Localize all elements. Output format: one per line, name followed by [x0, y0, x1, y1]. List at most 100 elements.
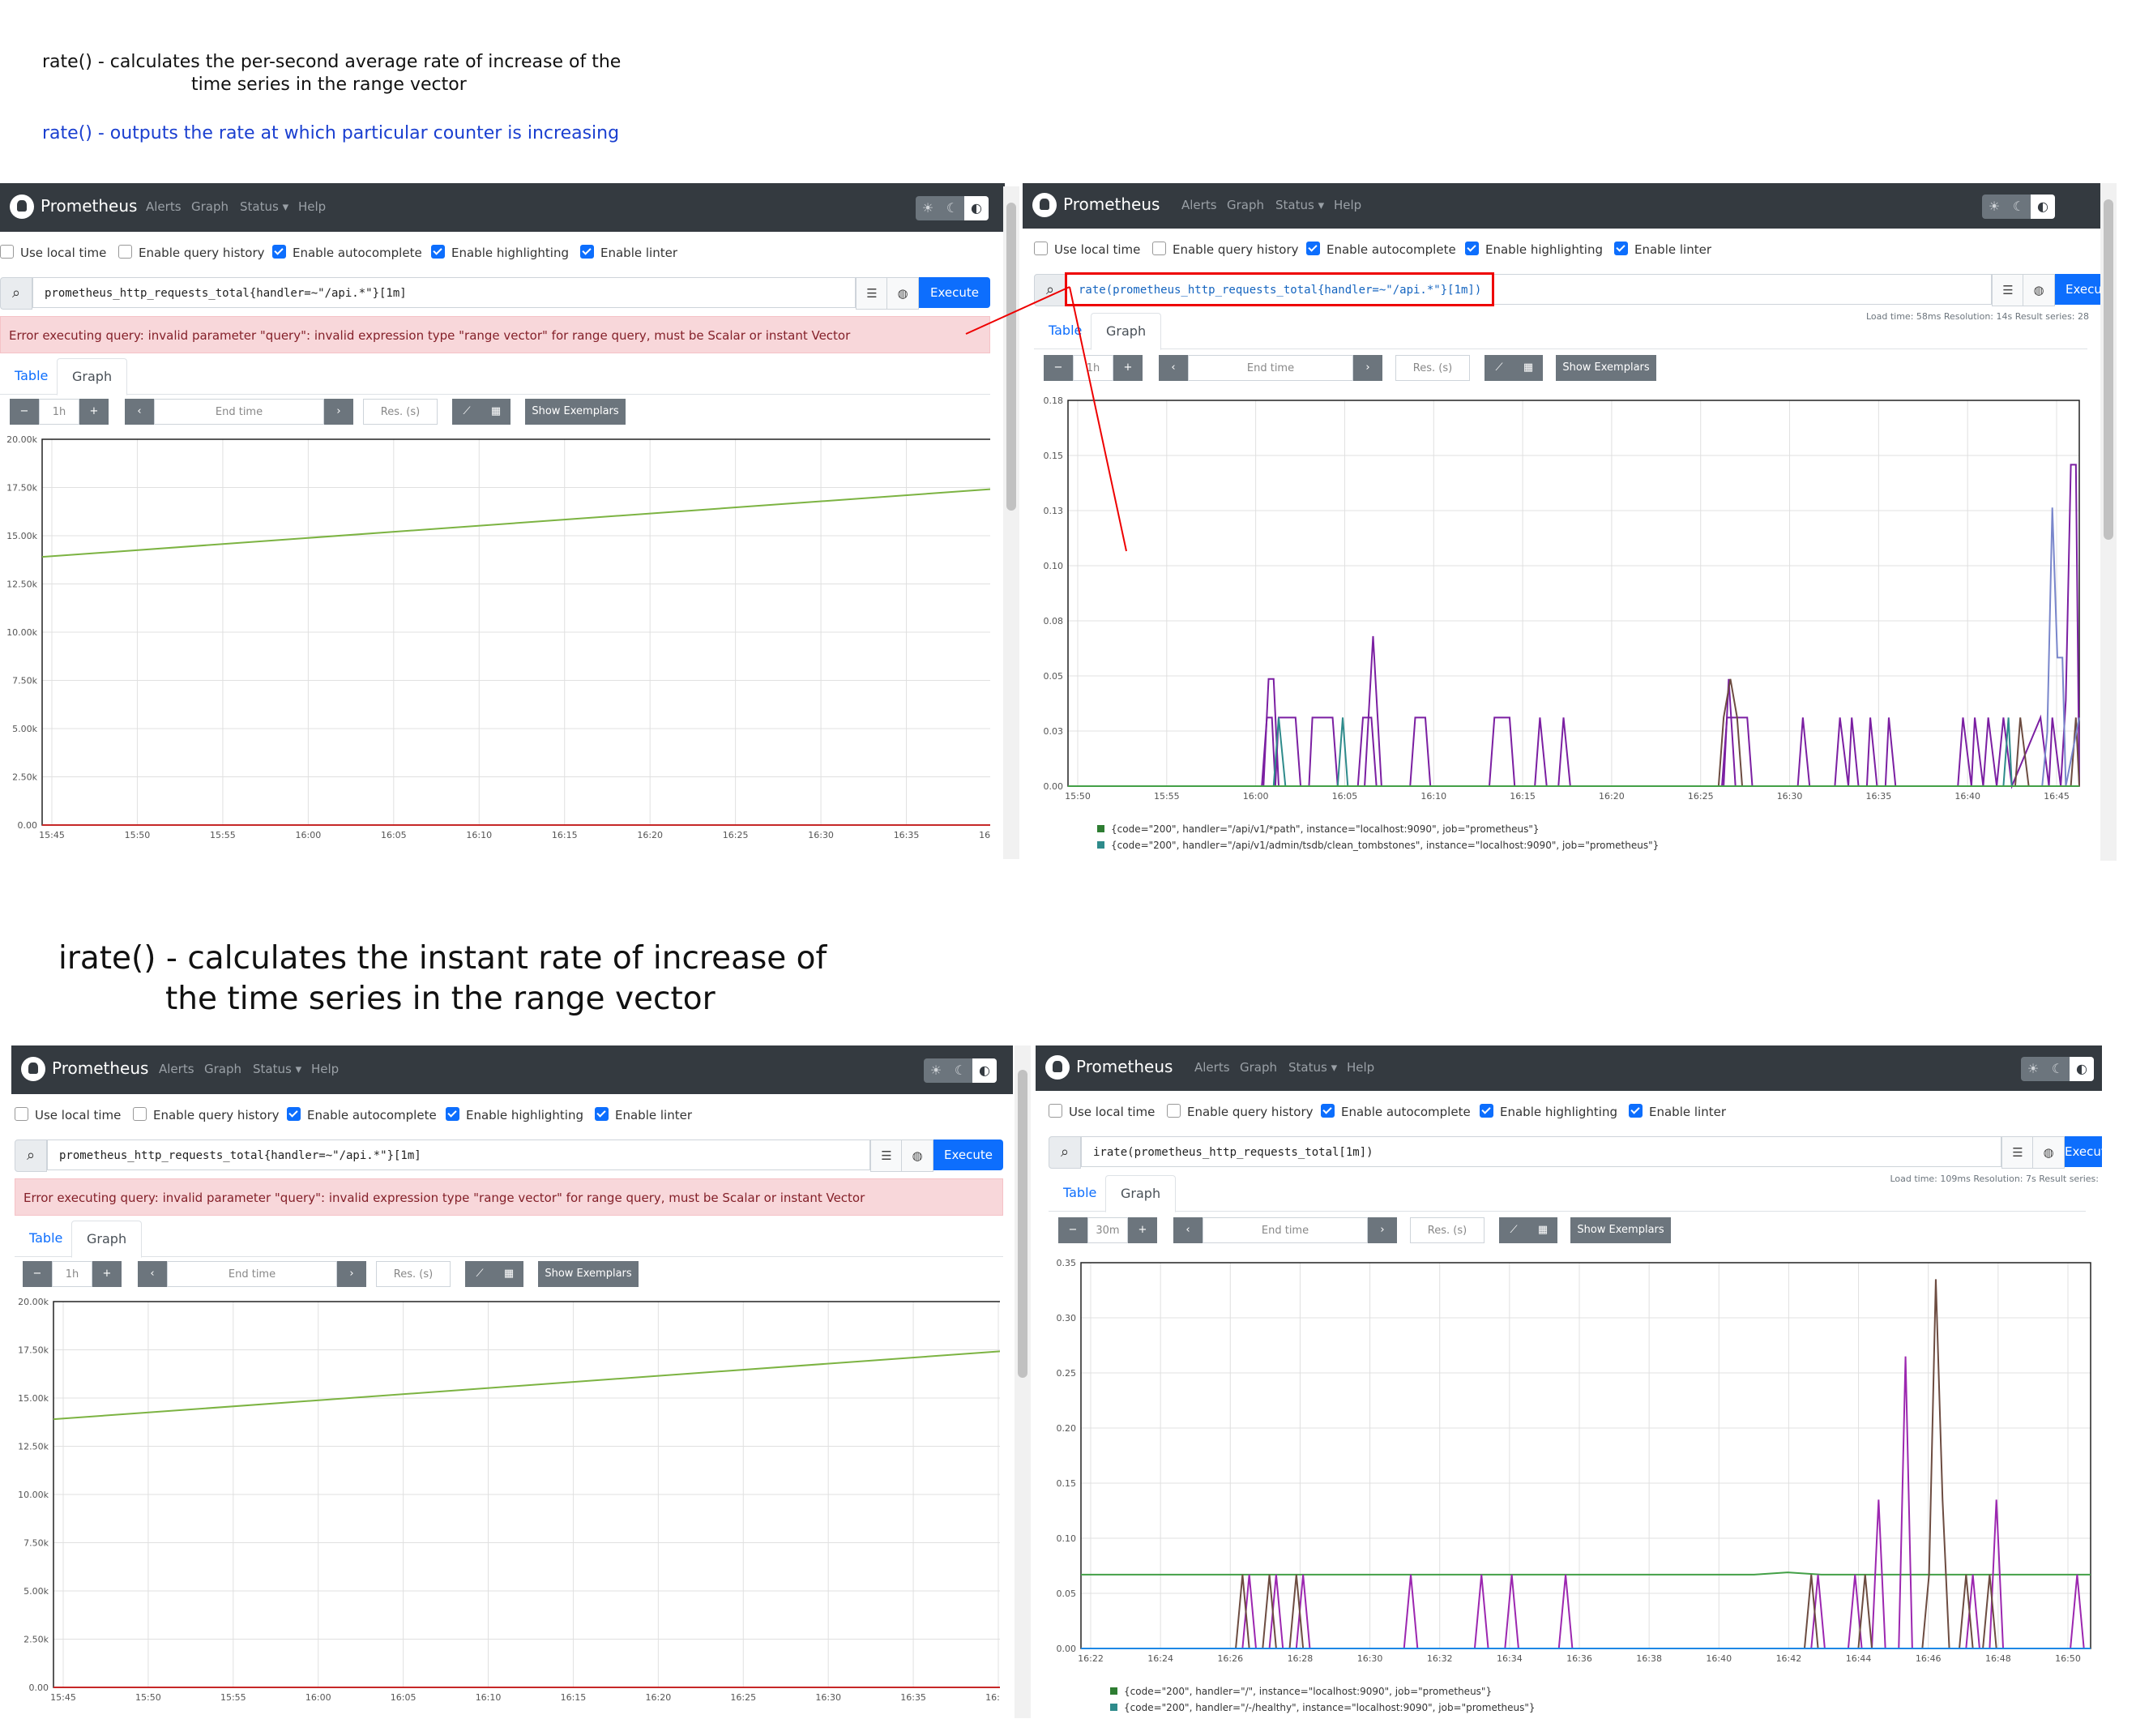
query-input[interactable]: irate(prometheus_http_requests_total[1m]… — [1081, 1136, 2001, 1167]
globe-icon[interactable]: ◍ — [901, 1140, 933, 1172]
range-input[interactable]: 1h — [52, 1261, 92, 1287]
end-time-next-button[interactable]: › — [324, 399, 353, 425]
opt-highlighting[interactable]: Enable highlighting — [1465, 242, 1603, 257]
end-time-prev-button[interactable]: ‹ — [1173, 1217, 1203, 1243]
range-increase-button[interactable]: + — [79, 399, 109, 425]
checkbox-icon[interactable] — [1629, 1104, 1643, 1118]
sun-icon[interactable]: ☀ — [1982, 195, 2006, 219]
opt-highlighting[interactable]: Enable highlighting — [431, 245, 569, 260]
nav-graph[interactable]: Graph — [191, 199, 229, 214]
opt-query-history[interactable]: Enable query history — [133, 1107, 280, 1122]
show-exemplars-button[interactable]: Show Exemplars — [538, 1261, 639, 1287]
legend-item[interactable]: {code="200", handler="/-/healthy", insta… — [1110, 1702, 1536, 1713]
show-exemplars-button[interactable]: Show Exemplars — [525, 399, 626, 425]
show-exemplars-button[interactable]: Show Exemplars — [1570, 1217, 1671, 1243]
checkbox-icon[interactable] — [580, 245, 594, 259]
opt-local-time[interactable]: Use local time — [15, 1107, 121, 1122]
scrollbar[interactable] — [1015, 1045, 1031, 1718]
scrollbar-thumb[interactable] — [2104, 199, 2113, 540]
prometheus-logo-icon[interactable] — [21, 1057, 45, 1081]
nav-status[interactable]: Status ▾ — [1275, 198, 1324, 212]
moon-icon[interactable]: ☾ — [948, 1058, 972, 1083]
opt-linter[interactable]: Enable linter — [580, 245, 677, 260]
scrollbar-thumb[interactable] — [1018, 1070, 1027, 1378]
metrics-explorer-icon[interactable]: ☰ — [2001, 1136, 2034, 1169]
opt-linter[interactable]: Enable linter — [1629, 1104, 1726, 1119]
checkbox-icon[interactable] — [0, 245, 14, 259]
metrics-explorer-icon[interactable]: ☰ — [870, 1140, 903, 1172]
range-decrease-button[interactable]: − — [23, 1261, 52, 1287]
line-chart-icon[interactable]: ⟋ — [1485, 355, 1514, 381]
opt-linter[interactable]: Enable linter — [595, 1107, 692, 1122]
checkbox-icon[interactable] — [595, 1107, 609, 1121]
checkbox-icon[interactable] — [1614, 242, 1628, 255]
metrics-explorer-icon[interactable]: ☰ — [856, 277, 888, 310]
resolution-input[interactable]: Res. (s) — [376, 1261, 451, 1287]
globe-icon[interactable]: ◍ — [886, 277, 919, 310]
brand-link[interactable]: Prometheus — [1076, 1057, 1173, 1076]
stacked-chart-icon[interactable]: ▦ — [481, 399, 511, 425]
contrast-icon[interactable]: ◐ — [964, 196, 989, 220]
line-chart-icon[interactable]: ⟋ — [452, 399, 481, 425]
opt-highlighting[interactable]: Enable highlighting — [1480, 1104, 1617, 1119]
nav-status[interactable]: Status ▾ — [1288, 1060, 1337, 1075]
legend-item[interactable]: {code="200", handler="/api/v1/admin/tsdb… — [1097, 840, 1659, 851]
prometheus-logo-icon[interactable] — [10, 195, 34, 219]
checkbox-icon[interactable] — [1465, 242, 1479, 255]
legend-item[interactable]: {code="200", handler="/", instance="loca… — [1110, 1686, 1492, 1697]
checkbox-icon[interactable] — [1152, 242, 1166, 255]
opt-autocomplete[interactable]: Enable autocomplete — [287, 1107, 437, 1122]
checkbox-icon[interactable] — [272, 245, 286, 259]
tab-table[interactable]: Table — [1049, 1175, 1111, 1211]
contrast-icon[interactable]: ◐ — [2070, 1057, 2094, 1081]
execute-button[interactable]: Execute — [933, 1140, 1003, 1170]
end-time-prev-button[interactable]: ‹ — [125, 399, 154, 425]
query-input[interactable]: prometheus_http_requests_total{handler=~… — [32, 277, 856, 308]
opt-local-time[interactable]: Use local time — [0, 245, 106, 260]
checkbox-icon[interactable] — [1167, 1104, 1181, 1118]
opt-linter[interactable]: Enable linter — [1614, 242, 1711, 257]
opt-autocomplete[interactable]: Enable autocomplete — [272, 245, 422, 260]
opt-query-history[interactable]: Enable query history — [1167, 1104, 1314, 1119]
range-increase-button[interactable]: + — [92, 1261, 122, 1287]
nav-alerts[interactable]: Alerts — [146, 199, 182, 214]
tab-graph[interactable]: Graph — [1105, 1175, 1177, 1212]
checkbox-icon[interactable] — [431, 245, 445, 259]
opt-local-time[interactable]: Use local time — [1034, 242, 1140, 257]
end-time-input[interactable]: End time — [167, 1261, 337, 1287]
scrollbar[interactable] — [2100, 183, 2117, 861]
range-input[interactable]: 1h — [39, 399, 79, 425]
checkbox-icon[interactable] — [1034, 242, 1048, 255]
end-time-prev-button[interactable]: ‹ — [1159, 355, 1188, 381]
nav-status[interactable]: Status ▾ — [253, 1062, 301, 1076]
opt-highlighting[interactable]: Enable highlighting — [446, 1107, 583, 1122]
nav-graph[interactable]: Graph — [204, 1062, 241, 1076]
checkbox-icon[interactable] — [1321, 1104, 1335, 1118]
execute-button[interactable]: Execute — [2065, 1136, 2102, 1167]
tab-graph[interactable]: Graph — [71, 1221, 143, 1258]
end-time-input[interactable]: End time — [1203, 1217, 1368, 1243]
nav-help[interactable]: Help — [298, 199, 326, 214]
range-decrease-button[interactable]: − — [1058, 1217, 1087, 1243]
nav-graph[interactable]: Graph — [1240, 1060, 1277, 1075]
sun-icon[interactable]: ☀ — [2021, 1057, 2045, 1081]
range-decrease-button[interactable]: − — [10, 399, 39, 425]
end-time-prev-button[interactable]: ‹ — [138, 1261, 167, 1287]
tab-table[interactable]: Table — [15, 1221, 77, 1256]
checkbox-icon[interactable] — [1306, 242, 1320, 255]
nav-graph[interactable]: Graph — [1227, 198, 1264, 212]
opt-query-history[interactable]: Enable query history — [118, 245, 265, 260]
range-increase-button[interactable]: + — [1128, 1217, 1157, 1243]
moon-icon[interactable]: ☾ — [940, 196, 964, 220]
query-input[interactable]: prometheus_http_requests_total{handler=~… — [47, 1140, 870, 1170]
globe-icon[interactable]: ◍ — [2023, 274, 2055, 306]
resolution-input[interactable]: Res. (s) — [1410, 1217, 1485, 1243]
stacked-chart-icon[interactable]: ▦ — [1514, 355, 1543, 381]
legend-item[interactable]: {code="200", handler="/api/v1/*path", in… — [1097, 823, 1540, 835]
prometheus-logo-icon[interactable] — [1045, 1055, 1070, 1080]
end-time-input[interactable]: End time — [154, 399, 324, 425]
line-chart-icon[interactable]: ⟋ — [1499, 1217, 1528, 1243]
opt-autocomplete[interactable]: Enable autocomplete — [1321, 1104, 1471, 1119]
nav-help[interactable]: Help — [1334, 198, 1361, 212]
contrast-icon[interactable]: ◐ — [972, 1058, 997, 1083]
